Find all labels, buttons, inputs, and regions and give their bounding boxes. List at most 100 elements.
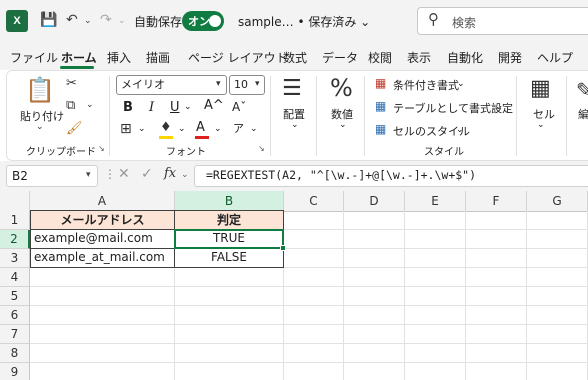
copy-dropdown-icon[interactable]: ⌄ — [86, 100, 94, 110]
row-header-5[interactable]: 5 — [0, 287, 30, 306]
row-header-9[interactable]: 9 — [0, 363, 30, 380]
enter-icon[interactable]: ✓ — [141, 166, 153, 182]
borders-icon[interactable]: ⊞ — [120, 121, 132, 137]
column-header-d[interactable]: D — [344, 191, 405, 212]
undo-dropdown-icon[interactable]: ⌄ — [84, 12, 92, 30]
chevron-down-icon[interactable]: ▾ — [86, 170, 91, 180]
fill-color-swatch — [159, 136, 173, 139]
phonetic-guide-icon[interactable]: ア — [233, 120, 244, 136]
column-header-c[interactable]: C — [284, 191, 344, 212]
select-all-corner[interactable] — [0, 191, 30, 212]
row-header-4[interactable]: 4 — [0, 268, 30, 287]
phonetic-dropdown-icon[interactable]: ⌄ — [250, 124, 258, 134]
undo-icon[interactable]: ↶ — [66, 11, 78, 29]
paste-dropdown-icon[interactable]: ⌄ — [36, 122, 44, 132]
document-title[interactable]: sample… • 保存済み ⌄ — [238, 13, 370, 30]
active-cell-outline — [174, 229, 284, 249]
chevron-down-icon: ▾ — [216, 79, 221, 89]
tab-view[interactable]: 表示 — [407, 49, 431, 66]
chevron-down-icon: ⌄ — [495, 102, 503, 112]
excel-app-icon[interactable]: X — [6, 10, 28, 32]
group-divider — [566, 76, 567, 156]
group-divider — [364, 76, 365, 156]
group-divider — [516, 76, 517, 156]
row-header-6[interactable]: 6 — [0, 306, 30, 325]
tab-developer[interactable]: 開発 — [498, 49, 522, 66]
tab-insert[interactable]: 挿入 — [107, 49, 131, 66]
fill-color-icon[interactable]: ♦ — [160, 120, 172, 135]
font-launcher-icon[interactable]: ↘ — [258, 144, 265, 153]
tab-file[interactable]: ファイル — [10, 49, 58, 66]
paste-icon[interactable]: 📋 — [25, 76, 55, 104]
tab-page-layout[interactable]: ページ レイアウト — [188, 49, 288, 66]
search-icon: ⚲ — [428, 10, 439, 28]
search-box[interactable] — [417, 7, 588, 35]
shrink-font-button[interactable]: Aˇ — [232, 100, 246, 114]
clipboard-group-label: クリップボード — [26, 147, 96, 158]
underline-dropdown-icon[interactable]: ⌄ — [184, 102, 192, 112]
cell-b3[interactable]: FALSE — [174, 248, 284, 268]
search-input[interactable]: 検索 — [452, 14, 476, 31]
font-color-dropdown-icon[interactable]: ⌄ — [214, 124, 222, 134]
styles-group-label: スタイル — [424, 147, 464, 158]
cell-a1[interactable]: メールアドレス — [30, 210, 175, 230]
row-header-1[interactable]: 1 — [0, 211, 30, 230]
alignment-dropdown-icon[interactable]: ⌄ — [291, 120, 299, 130]
tab-review[interactable]: 校閲 — [368, 49, 392, 66]
tab-data[interactable]: データ — [322, 49, 358, 66]
number-format-icon[interactable]: % — [330, 74, 353, 102]
editing-button[interactable]: 編 — [578, 106, 588, 122]
name-box-value: B2 — [12, 169, 28, 183]
row-header-3[interactable]: 3 — [0, 249, 30, 268]
redo-dropdown-icon[interactable]: ⌄ — [118, 12, 126, 30]
tab-automate[interactable]: 自動化 — [447, 49, 483, 66]
font-name-select[interactable]: メイリオ — [116, 75, 227, 95]
cell-a2[interactable]: example@mail.com — [30, 229, 175, 249]
borders-dropdown-icon[interactable]: ⌄ — [138, 124, 146, 134]
editing-icon[interactable]: ✎ — [576, 78, 588, 102]
row-header-7[interactable]: 7 — [0, 325, 30, 344]
conditional-formatting-button[interactable]: 条件付き書式 — [393, 77, 459, 93]
chevron-down-icon[interactable]: ⌄ — [181, 170, 189, 180]
font-name-value: メイリオ — [121, 78, 165, 91]
cancel-icon[interactable]: ✕ — [118, 166, 130, 182]
clipboard-launcher-icon[interactable]: ↘ — [98, 144, 105, 153]
active-tab-indicator — [60, 66, 94, 69]
row-header-8[interactable]: 8 — [0, 344, 30, 363]
group-divider — [109, 76, 110, 156]
copy-icon[interactable]: ⧉ — [66, 98, 75, 113]
autosave-label: 自動保存 — [134, 15, 183, 29]
grow-font-button[interactable]: A^ — [204, 98, 224, 113]
column-header-f[interactable]: F — [466, 191, 527, 212]
fill-handle[interactable] — [280, 245, 286, 251]
cell-a3[interactable]: example_at_mail.com — [30, 248, 175, 268]
tab-draw[interactable]: 描画 — [146, 49, 170, 66]
number-dropdown-icon[interactable]: ⌄ — [339, 120, 347, 130]
row-header-2[interactable]: 2 — [0, 230, 30, 249]
tab-help[interactable]: ヘルプ — [537, 49, 573, 66]
font-color-icon[interactable]: A — [196, 120, 205, 135]
cells-icon[interactable]: ▦ — [530, 76, 551, 101]
column-header-e[interactable]: E — [405, 191, 466, 212]
redo-icon[interactable]: ↷ — [100, 11, 112, 29]
save-icon[interactable]: 💾 — [40, 11, 57, 29]
cell-b1[interactable]: 判定 — [174, 210, 284, 230]
cells-dropdown-icon[interactable]: ⌄ — [537, 120, 545, 130]
format-painter-icon[interactable]: 🖌 — [66, 121, 83, 136]
alignment-icon[interactable]: ☰ — [282, 76, 302, 101]
cut-icon[interactable]: ✂ — [66, 76, 77, 91]
fill-dropdown-icon[interactable]: ⌄ — [178, 124, 186, 134]
font-size-value: 10 — [234, 78, 248, 91]
tab-formulas[interactable]: 数式 — [283, 49, 307, 66]
cell-styles-icon: ▦ — [375, 122, 387, 136]
column-header-a[interactable]: A — [30, 191, 175, 212]
toggle-knob — [209, 15, 221, 27]
bold-button[interactable]: B — [123, 100, 133, 115]
column-header-b[interactable]: B — [175, 191, 284, 212]
autosave-state: オン — [188, 15, 210, 28]
column-header-g[interactable]: G — [527, 191, 588, 212]
italic-button[interactable]: I — [149, 100, 154, 115]
underline-button[interactable]: U — [170, 100, 180, 115]
insert-function-icon[interactable]: fx — [164, 166, 176, 181]
tab-home[interactable]: ホーム — [61, 49, 97, 66]
